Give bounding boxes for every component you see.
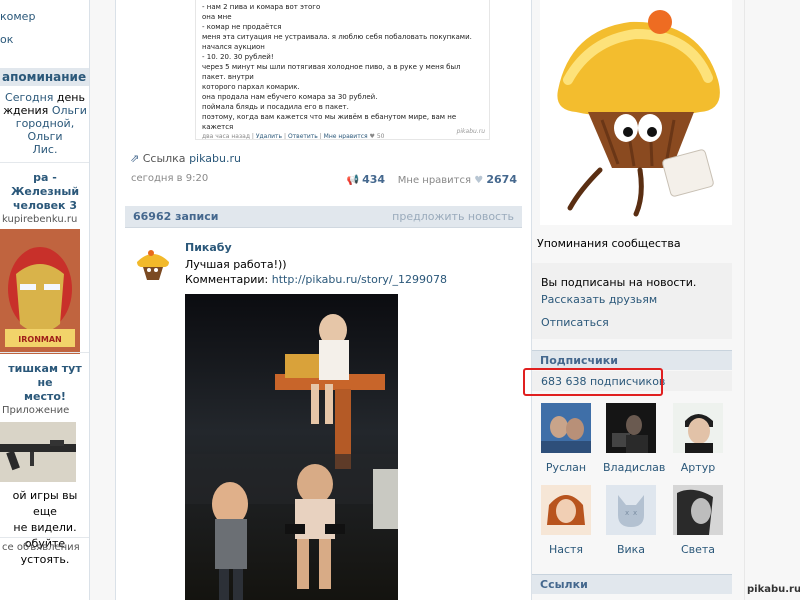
post-body: Лучшая работа!)) (185, 258, 287, 271)
highlight-box (523, 368, 663, 396)
screenshot-line: через 5 минут мы шли потягивая холодное … (202, 63, 461, 81)
reminder-name-link[interactable]: Ольги (52, 104, 87, 117)
screenshot-watermark: pikabu.ru (456, 128, 485, 135)
svg-text:x: x (633, 509, 637, 517)
avatar[interactable] (131, 240, 175, 284)
tell-friends-link[interactable]: Рассказать друзьям (541, 293, 657, 306)
svg-text:IRONMAN: IRONMAN (18, 335, 61, 344)
ad-block[interactable]: тишкам тут не место! Приложение (0, 362, 89, 482)
link-arrow-icon: ⇗ (130, 152, 140, 165)
like-link: Мне нравится (323, 133, 368, 140)
member-photo[interactable] (673, 403, 723, 453)
member-photo[interactable]: xx (606, 485, 656, 535)
reminder-name-link[interactable]: Лис. (33, 143, 58, 156)
heart-icon[interactable]: ♥ (474, 175, 483, 186)
all-ads-link[interactable]: се объявления (0, 542, 89, 553)
member-photo[interactable] (606, 403, 656, 453)
delete-link: Удалить (255, 133, 283, 140)
left-menu-link[interactable]: ок (0, 33, 13, 46)
ad-title[interactable]: ра - Железный человек 3 (0, 171, 89, 213)
ad-source: kupirebenku.ru (2, 214, 78, 225)
screenshot-footer: два часа назад | Удалить | Ответить | Мн… (202, 133, 385, 140)
screenshot-line: - комар не продаётся (202, 23, 282, 31)
like-label[interactable]: Мне нравится (398, 175, 471, 186)
screenshot-line: меня эта ситуация не устраивала. я люблю… (202, 33, 472, 41)
member-photo[interactable] (541, 403, 591, 453)
screenshot-line: - нам 2 пива и комара вот этого (202, 3, 321, 11)
ad-block[interactable]: ра - Железный человек 3 kupirebenku.ru IR… (0, 171, 89, 354)
member-name[interactable]: Руслан (538, 461, 594, 474)
repost-icon[interactable]: 📢 (346, 175, 358, 186)
ad-title[interactable]: тишкам тут не место! (0, 362, 89, 404)
screenshot-line: она мне (202, 13, 232, 21)
member-tile[interactable]: xx Вика (603, 485, 659, 556)
member-tile[interactable]: Владислав (603, 403, 665, 474)
suggest-news-link[interactable]: предложить новость (392, 210, 514, 223)
source-link[interactable]: pikabu.ru (189, 152, 241, 165)
subscribers-header[interactable]: Подписчики (532, 350, 732, 370)
reminder-header: апоминание (0, 68, 89, 86)
svg-text:x: x (625, 509, 629, 517)
heart-icon: ♥ (369, 133, 375, 140)
ad-text[interactable]: ой игры вы еще не видели. обуйте устоять. (0, 488, 89, 568)
screenshot-line: поймала блядь и посадила его в пакет. (202, 103, 349, 111)
member-photo[interactable] (673, 485, 723, 535)
member-tile[interactable]: Руслан (538, 403, 594, 474)
watermark: pikabu.ru (747, 584, 800, 595)
community-mentions-link[interactable]: Упоминания сообщества (537, 237, 681, 250)
post-date[interactable]: сегодня в 9:20 (131, 173, 208, 184)
reply-link: Ответить (287, 133, 318, 140)
page-margin (744, 0, 800, 600)
post-author[interactable]: Пикабу (185, 241, 232, 254)
post-source: ⇗ Ссылка pikabu.ru (130, 152, 241, 165)
screenshot-line: - 10. 20. 30 рублей! (202, 53, 274, 61)
links-header[interactable]: Ссылки (532, 574, 732, 594)
comments-link[interactable]: http://pikabu.ru/story/_1299078 (272, 273, 447, 286)
member-tile[interactable]: Артур (670, 403, 726, 474)
subscribed-status: Вы подписаны на новости. (541, 276, 697, 289)
left-menu-item[interactable]: ок (0, 33, 89, 46)
ad-source: Приложение (2, 405, 70, 416)
subscription-box: Вы подписаны на новости. Рассказать друз… (532, 263, 732, 339)
member-name[interactable]: Света (670, 543, 726, 556)
ad-image[interactable] (0, 422, 76, 482)
post-photo[interactable] (185, 294, 398, 600)
unsubscribe-link[interactable]: Отписаться (541, 316, 609, 329)
screenshot-line: она продала нам ебучего комара за 30 руб… (202, 93, 378, 101)
member-tile[interactable]: Настя (538, 485, 594, 556)
member-name[interactable]: Артур (670, 461, 726, 474)
embedded-screenshot[interactable]: - нам 2 пива и комара вот этого она мне … (195, 0, 490, 140)
left-sidebar: комер ок апоминание Сегодня день ждения … (0, 0, 90, 600)
wall-post-count[interactable]: 66962 записи (133, 210, 218, 223)
reminder-today-link[interactable]: Сегодня (5, 91, 53, 104)
screenshot-line: начался аукцион (202, 43, 265, 51)
ad-image[interactable]: IRONMAN (0, 229, 80, 354)
member-name[interactable]: Вика (603, 543, 659, 556)
left-menu-link[interactable]: комер (0, 10, 35, 23)
member-photo[interactable] (541, 485, 591, 535)
reminder-text: Сегодня день ждения Ольги городной, Ольг… (3, 91, 87, 156)
screenshot-line: которого пархал комарик. (202, 83, 300, 91)
member-name[interactable]: Владислав (603, 461, 665, 474)
comments-label: Комментарии: (185, 273, 269, 286)
screenshot-line: поэтому, когда вам кажется что мы живём … (202, 113, 457, 131)
community-avatar[interactable] (540, 0, 732, 225)
reminder-name-link[interactable]: городной, Ольги (16, 117, 74, 143)
repost-count[interactable]: 434 (362, 173, 385, 186)
wall-header: 66962 записи предложить новость (125, 206, 522, 228)
member-name[interactable]: Настя (538, 543, 594, 556)
left-menu-item[interactable]: комер (0, 10, 89, 23)
post-text: Лучшая работа!)) Комментарии: http://pik… (185, 257, 447, 287)
member-tile[interactable]: Света (670, 485, 726, 556)
like-count[interactable]: 2674 (486, 173, 517, 186)
